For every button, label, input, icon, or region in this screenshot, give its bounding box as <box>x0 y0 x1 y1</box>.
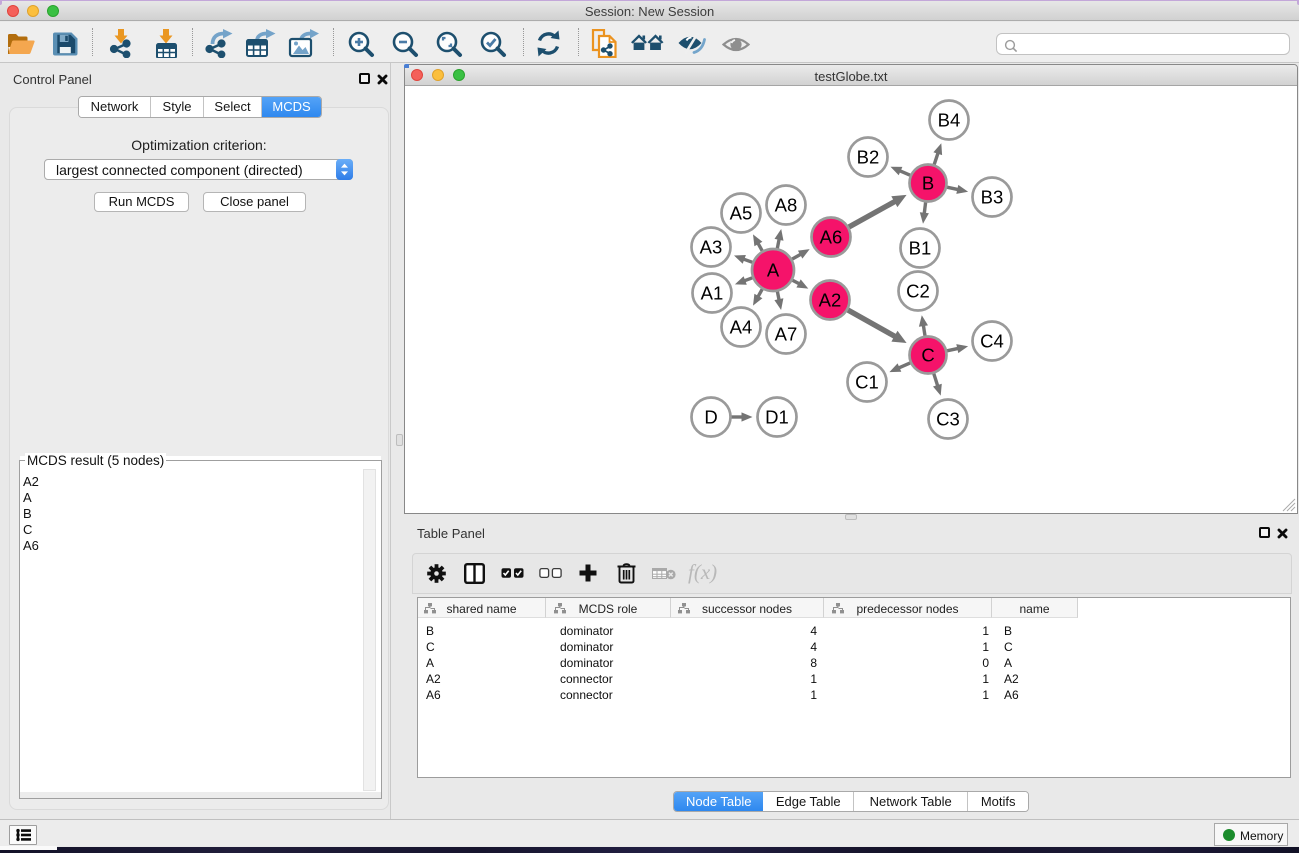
svg-text:A: A <box>767 260 780 281</box>
svg-text:A6: A6 <box>820 227 843 248</box>
svg-text:C3: C3 <box>936 409 960 430</box>
svg-text:B4: B4 <box>938 110 961 131</box>
svg-text:C4: C4 <box>980 331 1004 352</box>
svg-text:C: C <box>921 345 934 366</box>
svg-text:D: D <box>704 407 717 428</box>
svg-text:A1: A1 <box>701 283 724 304</box>
svg-text:A8: A8 <box>775 195 798 216</box>
svg-text:B: B <box>922 173 934 194</box>
svg-text:B3: B3 <box>981 187 1004 208</box>
svg-text:A3: A3 <box>700 237 723 258</box>
svg-text:C1: C1 <box>855 372 879 393</box>
svg-text:D1: D1 <box>765 407 789 428</box>
svg-text:A7: A7 <box>775 324 798 345</box>
svg-text:B1: B1 <box>909 238 932 259</box>
svg-text:C2: C2 <box>906 281 930 302</box>
svg-text:A4: A4 <box>730 317 753 338</box>
svg-text:B2: B2 <box>857 147 880 168</box>
svg-text:A2: A2 <box>819 290 842 311</box>
svg-text:A5: A5 <box>730 203 753 224</box>
